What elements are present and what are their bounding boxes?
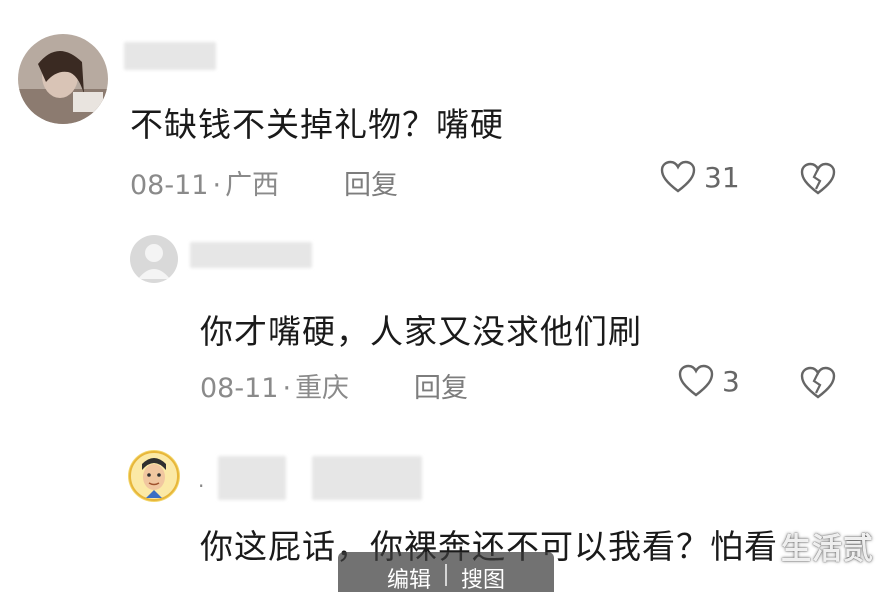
- dot-separator: ·: [198, 474, 205, 498]
- edit-button[interactable]: 编辑: [387, 562, 431, 594]
- comment-text: 你才嘴硬，人家又没求他们刷: [200, 312, 642, 351]
- comment-location: 重庆: [295, 373, 350, 404]
- reply-button[interactable]: 回复: [414, 366, 468, 405]
- watermark: 生活贰: [781, 532, 874, 567]
- comment-date: 08-11: [200, 373, 279, 404]
- like-count: 31: [704, 160, 740, 194]
- avatar[interactable]: [128, 450, 180, 502]
- image-toolbar: 编辑 搜图: [338, 552, 554, 594]
- avatar[interactable]: [130, 235, 178, 283]
- like-count: 3: [722, 364, 740, 398]
- username-redacted: [124, 42, 216, 70]
- dislike-button[interactable]: [800, 162, 836, 200]
- reply-button[interactable]: 回复: [344, 163, 398, 202]
- username-redacted: [218, 456, 286, 500]
- broken-heart-icon: [800, 162, 836, 195]
- username-redacted: [312, 456, 422, 500]
- like-button[interactable]: 31: [660, 160, 740, 194]
- avatar[interactable]: [18, 34, 108, 124]
- heart-outline-icon: [678, 364, 714, 397]
- like-button[interactable]: 3: [678, 364, 740, 398]
- comment-meta: 08-11 · 广西: [130, 170, 280, 201]
- username-redacted: [190, 242, 312, 268]
- search-image-button[interactable]: 搜图: [461, 562, 505, 594]
- broken-heart-icon: [800, 366, 836, 399]
- comment-location: 广西: [225, 170, 280, 201]
- dislike-button[interactable]: [800, 366, 836, 404]
- toolbar-divider: [445, 564, 447, 586]
- comment-meta: 08-11 · 重庆: [200, 373, 350, 404]
- comment-date: 08-11: [130, 170, 209, 201]
- heart-outline-icon: [660, 160, 696, 193]
- comment-text: 不缺钱不关掉礼物？嘴硬: [130, 105, 504, 144]
